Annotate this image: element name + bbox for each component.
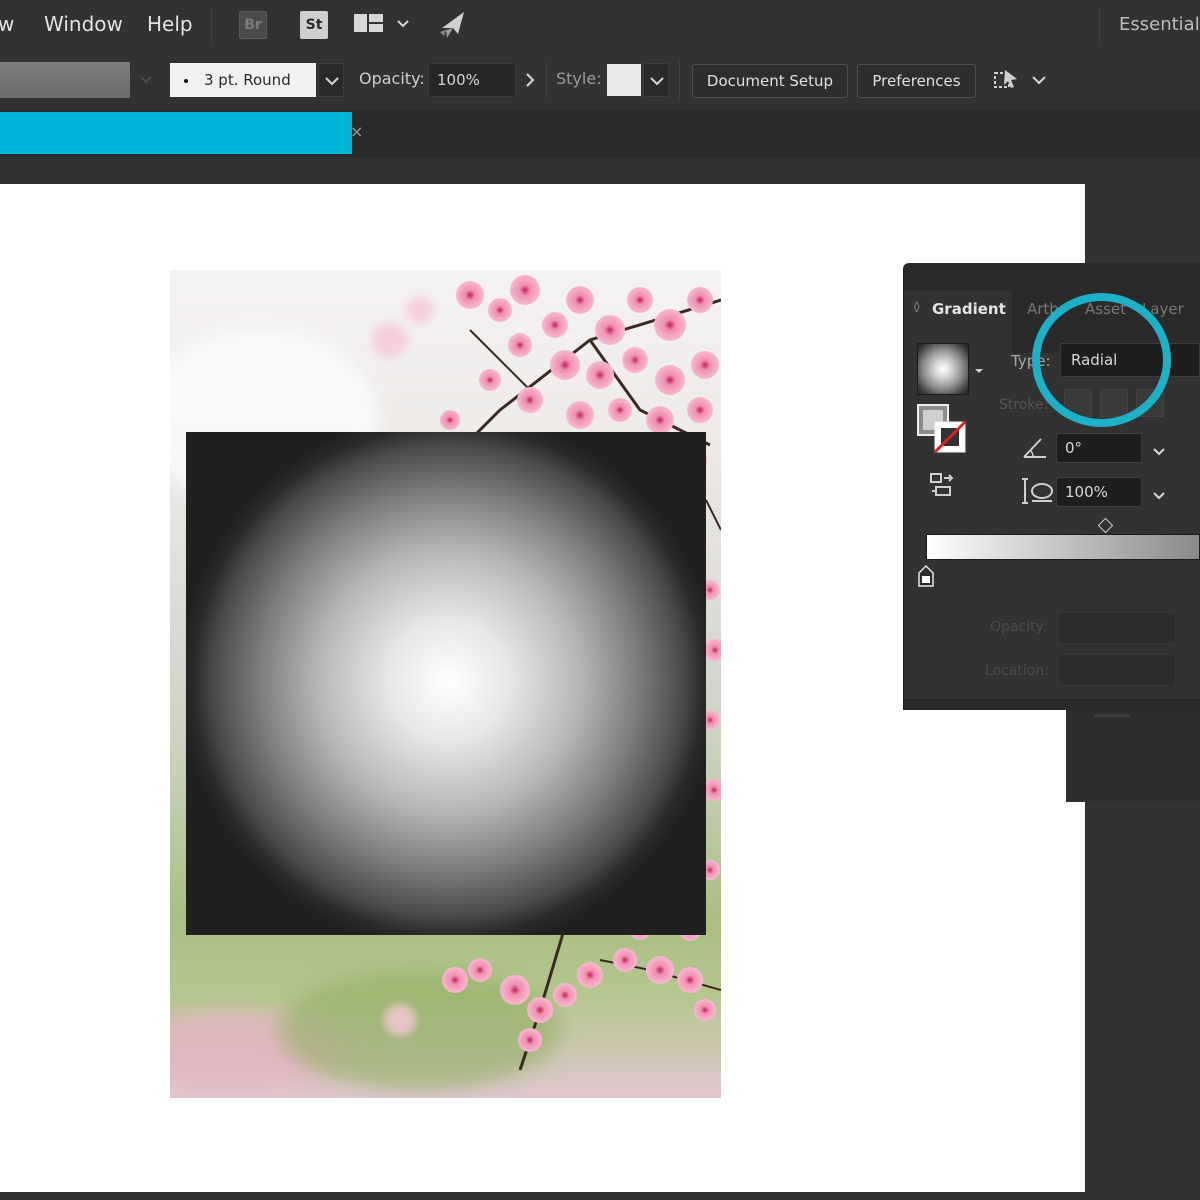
brush-dot-icon	[184, 78, 188, 83]
opacity-expand-button[interactable]	[519, 63, 541, 97]
graphic-style-swatch[interactable]	[607, 64, 641, 96]
collapse-icon[interactable]: ◊	[914, 300, 919, 313]
chevron-down-icon[interactable]	[1151, 487, 1167, 500]
style-label: Style:	[556, 69, 602, 88]
aspect-ratio-icon	[1020, 476, 1054, 506]
control-bar: 3 pt. Round Opacity: 100% Style: Documen…	[0, 52, 1200, 110]
brush-dropdown-button[interactable]	[318, 63, 344, 97]
bridge-icon[interactable]: Br	[239, 11, 267, 39]
arrange-documents-button[interactable]	[353, 11, 415, 39]
cherry-blossom-photo[interactable]	[170, 270, 721, 1098]
angle-icon	[1021, 433, 1049, 461]
stroke-color-field[interactable]	[0, 62, 130, 98]
stop-opacity-label: Opacity:	[990, 619, 1048, 635]
tab-gradient-label[interactable]: Gradient	[932, 300, 1006, 318]
fill-stroke-icon[interactable]	[917, 404, 967, 454]
stop-location-input	[1058, 654, 1176, 686]
rocket-icon[interactable]	[436, 8, 470, 42]
workspace-switcher[interactable]: Essentials	[1119, 14, 1200, 35]
menu-view[interactable]: w	[0, 12, 14, 36]
menu-bar: w Window Help Br St Essentials	[0, 0, 1200, 52]
brush-definition-field[interactable]: 3 pt. Round	[170, 63, 316, 97]
brush-value: 3 pt. Round	[204, 71, 291, 89]
style-dropdown-button[interactable]	[643, 63, 669, 97]
collapsed-panel-dock	[1066, 710, 1200, 802]
gradient-swatch-icon[interactable]	[917, 343, 969, 395]
menu-help[interactable]: Help	[147, 12, 193, 36]
chevron-down-icon[interactable]	[134, 62, 158, 98]
reverse-gradient-icon[interactable]	[928, 471, 956, 499]
dock-grip[interactable]	[1094, 714, 1130, 717]
aspect-ratio-input[interactable]: 100%	[1056, 477, 1142, 507]
close-icon[interactable]: ×	[350, 122, 363, 141]
highlight-circle	[1032, 293, 1171, 427]
opacity-input[interactable]: 100%	[428, 63, 516, 97]
document-tab-bar: ×	[0, 110, 1200, 158]
panel-footer	[904, 699, 1200, 710]
stop-opacity-input	[1058, 612, 1176, 644]
control-divider	[546, 62, 547, 98]
isolate-icon[interactable]	[991, 65, 1025, 97]
color-stop-icon[interactable]	[918, 564, 934, 587]
chevron-right-icon	[526, 73, 535, 87]
menu-divider	[211, 8, 212, 42]
chevron-down-icon[interactable]	[974, 361, 984, 373]
stroke-label: Stroke:	[999, 397, 1049, 413]
document-tab[interactable]	[0, 112, 352, 154]
angle-input[interactable]: 0°	[1056, 433, 1142, 463]
stock-icon[interactable]: St	[300, 11, 328, 39]
control-divider	[679, 62, 680, 98]
gradient-midpoint-handle[interactable]	[1097, 517, 1114, 534]
menu-divider	[1099, 8, 1100, 42]
stop-location-label: Location:	[985, 663, 1049, 679]
gradient-slider[interactable]	[926, 534, 1200, 560]
arrange-documents-icon	[354, 14, 409, 32]
opacity-label: Opacity:	[359, 69, 425, 88]
chevron-down-icon[interactable]	[1151, 443, 1167, 456]
document-setup-button[interactable]: Document Setup	[692, 64, 848, 98]
chevron-down-icon	[650, 77, 664, 86]
menu-window[interactable]: Window	[44, 12, 123, 36]
preferences-button[interactable]: Preferences	[857, 64, 976, 98]
chevron-down-icon	[325, 77, 339, 86]
chevron-down-icon[interactable]	[1029, 65, 1049, 97]
radial-gradient-rectangle[interactable]	[186, 432, 706, 935]
